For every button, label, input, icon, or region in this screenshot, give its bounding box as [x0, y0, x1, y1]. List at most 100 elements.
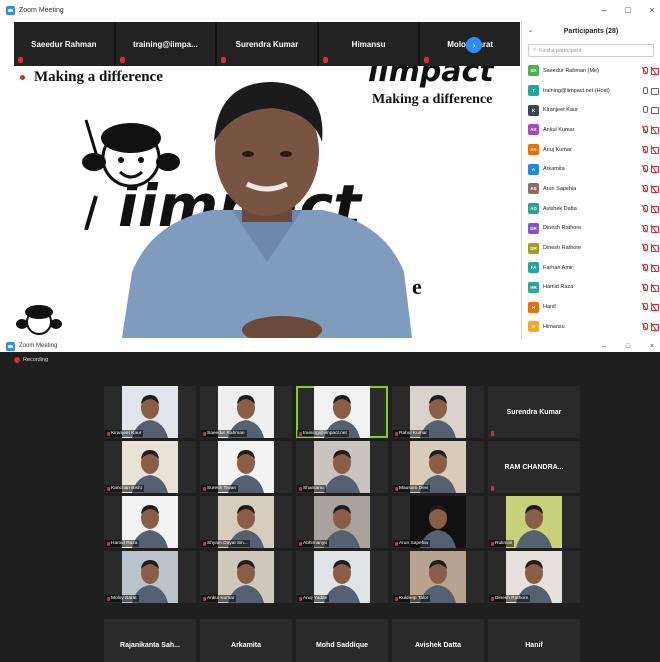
tile-name-label: Kiranjeet Kaur	[105, 430, 144, 437]
gallery-tile[interactable]: Mohd Saddique	[296, 619, 388, 662]
gallery-tile[interactable]: Arkamita	[200, 619, 292, 662]
participant-status-icons	[642, 67, 659, 75]
camera-off-icon	[651, 185, 659, 194]
gallery-tile[interactable]: Suresh Tiwari	[200, 441, 292, 493]
minimize-button[interactable]: –	[592, 343, 616, 350]
participant-status-icons	[642, 204, 659, 213]
video-strip: Saeedur Rahman training@iimpa... Surendr…	[14, 22, 520, 66]
gallery-tile[interactable]: Anuj Yadav	[296, 551, 388, 603]
participant-status-icons	[642, 283, 659, 292]
avatar: K	[528, 104, 539, 116]
mic-icon	[642, 86, 648, 94]
tile-name: Rajanikanta Sah...	[120, 641, 180, 649]
gallery-tile[interactable]: Abhimanyu	[296, 496, 388, 548]
avatar: DR	[528, 242, 539, 254]
title-bar: Zoom Meeting	[0, 0, 660, 20]
participant-row[interactable]: AK Ankul Kumar	[522, 120, 660, 140]
tile-name-label: Abhimanyu	[297, 540, 329, 547]
strip-next-button[interactable]: ›	[466, 37, 482, 53]
gallery-tile[interactable]: Rukmini	[488, 496, 580, 548]
avatar: AK	[528, 144, 539, 156]
gallery-tile[interactable]: Ankul Kumar	[200, 551, 292, 603]
tile-name-label: Mausam Devi	[393, 485, 431, 492]
participant-row[interactable]: DR Dinesh Rathore	[522, 219, 660, 239]
gallery-tile[interactable]: Kanchan Bisht	[104, 441, 196, 493]
tile-name-label: Kuldeep Talor	[393, 595, 431, 602]
close-button[interactable]: ×	[640, 5, 660, 15]
participant-row[interactable]: DR Dinesh Rathore	[522, 238, 660, 258]
window-title: Zoom Meeting	[19, 343, 58, 349]
strip-tile[interactable]: training@iimpa...	[116, 22, 218, 66]
camera-off-icon	[651, 225, 659, 233]
active-speaker-video: Making a difference iimpact Making a dif…	[14, 66, 520, 338]
gallery-tile[interactable]: Rajanikanta Sah...	[104, 619, 196, 662]
gallery-tile[interactable]: Kiranjeet Kaur	[104, 386, 196, 438]
gallery-tile[interactable]: Hanif	[488, 619, 580, 662]
participant-name: training@iimpact.net (Host)	[543, 87, 610, 94]
tile-name-label: Kanchan Bisht	[105, 485, 144, 492]
strip-tile[interactable]: Saeedur Rahman	[14, 22, 116, 66]
gallery-tile[interactable]: Hamid Raza	[104, 496, 196, 548]
chevron-down-icon[interactable]: ⌄	[528, 27, 533, 34]
participant-row[interactable]: AK Anuj Kumar	[522, 140, 660, 160]
participant-row[interactable]: HR Hamid Raza	[522, 278, 660, 298]
gallery-tile[interactable]: Surendra Kumar	[488, 386, 580, 438]
small-girl-drawing-icon	[16, 305, 62, 335]
tile-name-label: Moloy Barat	[105, 595, 139, 602]
gallery-tile[interactable]: training@iimpact.net	[296, 386, 388, 438]
gallery-tile[interactable]: Avishek Datta	[392, 619, 484, 662]
gallery-tile[interactable]: Arun Sapehia	[392, 496, 484, 548]
camera-off-icon	[651, 244, 659, 253]
find-participant-input[interactable]: ⌕ Find a participant	[528, 44, 654, 57]
participants-list: SR Saeedur Rahman (Me) Ttraining@iimpact.n…	[522, 61, 660, 340]
participant-row[interactable]: A Arkamita	[522, 159, 660, 179]
tile-name-label: training@iimpact.net	[297, 430, 349, 437]
tile-name-label: Saeedur Rahman	[201, 430, 247, 437]
participant-name: Ankul Kumar	[543, 126, 575, 133]
participant-name: Saeedur Rahman (Me)	[543, 67, 599, 74]
minimize-button[interactable]: –	[592, 5, 616, 15]
window-controls: – □ ×	[592, 0, 660, 20]
gallery-tile[interactable]: Saeedur Rahman	[200, 386, 292, 438]
recording-indicator[interactable]: Recording	[14, 357, 48, 363]
gallery-tile[interactable]: Mausam Devi	[392, 441, 484, 493]
mic-muted-icon	[642, 185, 648, 193]
tile-name: Surendra Kumar	[506, 408, 562, 416]
gallery-tile[interactable]: Rahul Kumar	[392, 386, 484, 438]
camera-off-icon	[651, 264, 659, 272]
strip-tile[interactable]: Himansu	[319, 22, 421, 66]
strip-tile[interactable]: Surendra Kumar	[217, 22, 319, 66]
strip-tile-name: Saeedur Rahman	[31, 39, 97, 49]
avatar: AK	[528, 124, 539, 136]
title-bar: Zoom Meeting	[0, 340, 660, 352]
participant-row[interactable]: AS Arun Sapehia	[522, 179, 660, 199]
participant-row[interactable]: FA Farhan Amir	[522, 258, 660, 278]
gallery-grid: Kiranjeet Kaur Saeedur Rahman training@iim…	[104, 386, 580, 603]
participant-name: Arun Sapehia	[543, 185, 577, 192]
participant-row[interactable]: K Kiranjeet Kaur	[522, 100, 660, 120]
gallery-tile[interactable]: RAM CHANDRA...	[488, 441, 580, 493]
participants-title: Participants (28)	[563, 27, 619, 35]
tile-name: Mohd Saddique	[315, 641, 369, 649]
gallery-tile[interactable]: Shantanu	[296, 441, 388, 493]
avatar: DR	[528, 222, 539, 234]
participant-row[interactable]: H Himansu	[522, 317, 660, 337]
gallery-tile[interactable]: Shyam Dayal Sin...	[200, 496, 292, 548]
gallery-tile[interactable]: Moloy Barat	[104, 551, 196, 603]
participant-status-icons	[642, 86, 659, 95]
maximize-button[interactable]: □	[616, 343, 640, 350]
participant-status-icons	[642, 244, 659, 253]
maximize-button[interactable]: □	[616, 5, 640, 15]
participant-row[interactable]: SR Saeedur Rahman (Me)	[522, 61, 660, 81]
gallery-tile[interactable]: Dinesh Rathore	[488, 551, 580, 603]
participant-status-icons	[642, 263, 659, 272]
participant-name: Dinesh Rathore	[543, 245, 582, 252]
participant-row[interactable]: AD Avishek Datta	[522, 199, 660, 219]
zoom-logo-icon	[6, 341, 15, 351]
presenter-video-icon	[122, 82, 412, 338]
tile-name: RAM CHANDRA...	[504, 463, 564, 471]
participant-row[interactable]: Ttraining@iimpact.net (Host)	[522, 81, 660, 101]
close-button[interactable]: ×	[640, 343, 660, 350]
participant-row[interactable]: H Hanif	[522, 297, 660, 317]
gallery-tile[interactable]: Kuldeep Talor	[392, 551, 484, 603]
